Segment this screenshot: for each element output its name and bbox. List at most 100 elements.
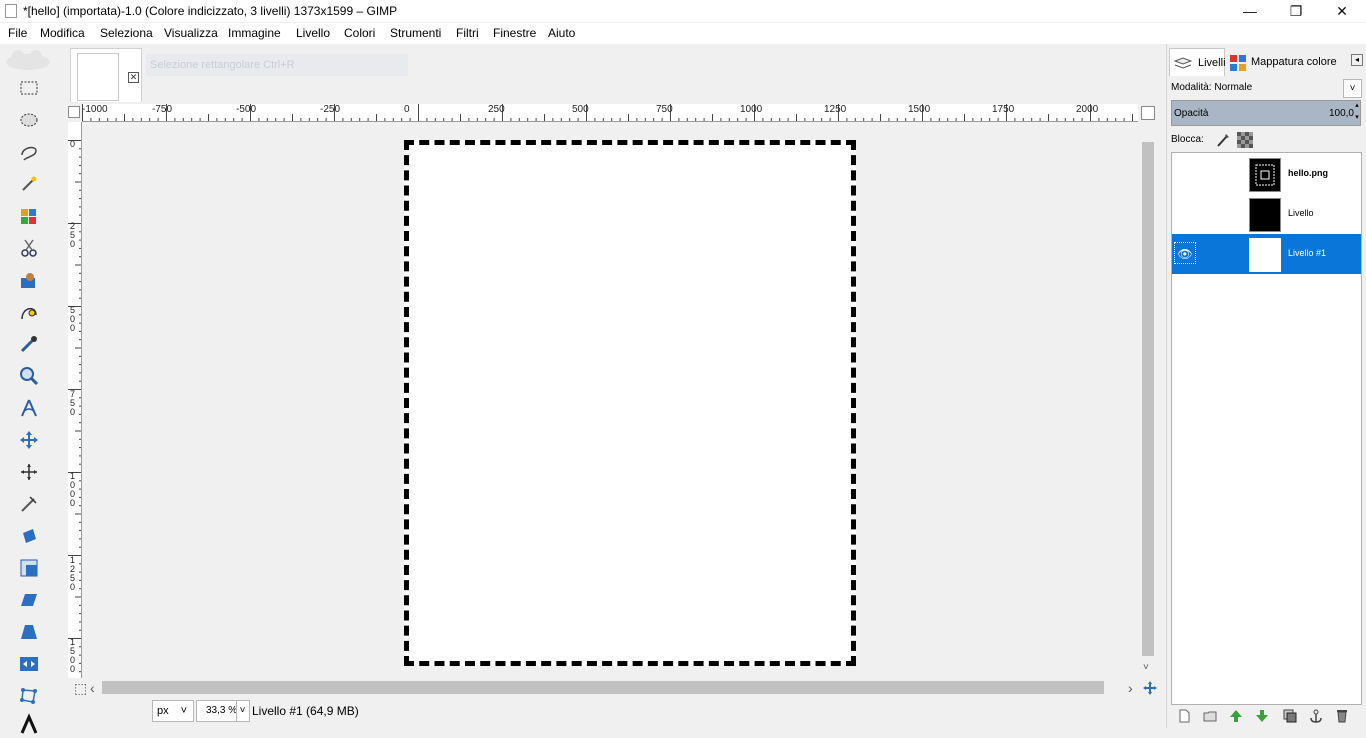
ruler-label: 750 <box>70 389 76 417</box>
unit-select[interactable]: px ˅ <box>152 700 194 722</box>
menu-colori[interactable]: Colori <box>344 26 375 40</box>
image-thumbnail <box>77 53 119 101</box>
quick-mask-corner-icon[interactable] <box>68 106 80 118</box>
menu-modifica[interactable]: Modifica <box>40 26 85 40</box>
menu-strumenti[interactable]: Strumenti <box>390 26 441 40</box>
restore-button[interactable]: ❐ <box>1273 0 1319 22</box>
tab-mappatura-colore-label: Mappatura colore <box>1251 56 1337 68</box>
layer-thumbnail <box>1249 238 1281 272</box>
image-canvas[interactable] <box>404 140 856 666</box>
horizontal-scroll-thumb[interactable] <box>102 681 1104 694</box>
menu-seleziona[interactable]: Seleziona <box>100 26 153 40</box>
canvas-area: -1000 -750 -500 -250 0 250 500 750 1000 … <box>66 100 1164 700</box>
menu-visualizza[interactable]: Visualizza <box>164 26 218 40</box>
opacity-value: 100,0 <box>1328 108 1354 119</box>
ellipse-select-icon[interactable] <box>14 106 44 134</box>
flip-icon[interactable] <box>14 650 44 678</box>
scale-icon[interactable] <box>14 554 44 582</box>
shear-icon[interactable] <box>14 586 44 614</box>
mode-row[interactable]: Modalità: Normale ˅ <box>1167 78 1366 98</box>
layer-thumbnail <box>1249 198 1281 232</box>
menu-livello[interactable]: Livello <box>296 26 330 40</box>
layer-name: Livello <box>1288 208 1314 218</box>
status-bar: px ˅ 33,3 % ˅ Livello #1 (64,9 MB) <box>66 696 1164 728</box>
crop-icon[interactable] <box>14 490 44 518</box>
delete-layer-icon[interactable] <box>1333 708 1351 724</box>
scroll-right-arrow[interactable]: › <box>1128 680 1133 696</box>
zoom-icon[interactable] <box>14 362 44 390</box>
measure-icon[interactable] <box>14 394 44 422</box>
eye-icon[interactable]: 👁 <box>1174 242 1196 264</box>
zoom-value: 33,3 % <box>206 705 238 716</box>
ruler-label: -1000 <box>82 104 108 115</box>
image-viewport[interactable] <box>82 122 1138 678</box>
color-picker-icon[interactable] <box>14 330 44 358</box>
status-message: Livello #1 (64,9 MB) <box>252 704 359 718</box>
anchor-layer-icon[interactable] <box>1307 708 1325 724</box>
duplicate-layer-icon[interactable] <box>1281 708 1299 724</box>
close-image-icon[interactable]: ✕ <box>128 72 139 83</box>
vertical-scrollbar[interactable]: ˅ <box>1140 122 1156 678</box>
fuzzy-select-icon[interactable] <box>14 170 44 198</box>
menu-aiuto[interactable]: Aiuto <box>548 26 575 40</box>
opacity-spin-icon[interactable]: ▴ ▾ <box>1353 100 1361 126</box>
layer-row-selected[interactable]: 👁 Livello #1 <box>1172 234 1361 274</box>
menu-finestre[interactable]: Finestre <box>493 26 536 40</box>
wilber-logo-icon <box>2 46 54 70</box>
close-window-button[interactable]: ✕ <box>1319 0 1365 22</box>
ruler-label: 1500 <box>908 104 931 115</box>
ruler-label: 1500 <box>70 637 76 674</box>
foreground-select-icon[interactable] <box>14 266 44 294</box>
lower-layer-icon[interactable] <box>1253 708 1271 724</box>
perspective-icon[interactable] <box>14 618 44 646</box>
scroll-left-arrow[interactable]: ‹ <box>90 680 95 696</box>
ruler-label: 1250 <box>824 104 847 115</box>
chevron-down-icon: ˅ <box>180 705 187 717</box>
chevron-down-icon: ˅ <box>236 701 248 721</box>
menu-immagine[interactable]: Immagine <box>228 26 281 40</box>
chevron-down-icon[interactable]: ˅ <box>1343 79 1362 98</box>
layer-name: hello.png <box>1288 168 1328 178</box>
scissors-icon[interactable] <box>14 234 44 262</box>
tab-livelli[interactable]: Livelli <box>1169 48 1226 76</box>
lock-pixels-icon[interactable] <box>1215 132 1231 151</box>
tab-mappatura-colore[interactable]: Mappatura colore <box>1227 48 1347 76</box>
navigate-icon[interactable] <box>1141 106 1155 120</box>
layers-dock: Livelli Mappatura colore ◂ Modalità: Nor… <box>1166 44 1366 728</box>
move-icon[interactable] <box>14 426 44 454</box>
pointer-toggle-icon[interactable]: ⬚ <box>74 680 87 697</box>
minimize-button[interactable]: — <box>1227 0 1273 22</box>
lock-alpha-icon[interactable] <box>1237 132 1253 151</box>
new-group-icon[interactable] <box>1201 708 1219 724</box>
raise-layer-icon[interactable] <box>1227 708 1245 724</box>
horizontal-ruler: -1000 -750 -500 -250 0 250 500 750 1000 … <box>82 104 1138 122</box>
ruler-label: -500 <box>236 104 257 115</box>
title-bar: *[hello] (importata)-1.0 (Colore indiciz… <box>0 0 1366 22</box>
text-icon[interactable] <box>14 710 44 738</box>
select-by-color-icon[interactable] <box>14 202 44 230</box>
dock-menu-icon[interactable]: ◂ <box>1351 54 1363 66</box>
menu-file[interactable]: File <box>8 26 27 40</box>
align-icon[interactable] <box>14 458 44 486</box>
new-layer-icon[interactable] <box>1175 708 1193 724</box>
ruler-label: 0 <box>70 139 76 149</box>
opacity-label: Opacità <box>1174 108 1209 119</box>
vertical-scroll-thumb[interactable] <box>1142 142 1154 656</box>
scroll-down-arrow[interactable]: ˅ <box>1143 662 1149 673</box>
free-select-icon[interactable] <box>14 138 44 166</box>
opacity-slider[interactable]: Opacità 100,0 <box>1171 100 1361 126</box>
cage-icon[interactable] <box>14 682 44 710</box>
rect-select-icon[interactable] <box>14 74 44 102</box>
image-tab-bar: ✕ Selezione rettangolare Ctrl+R <box>66 44 1164 102</box>
rotate-icon[interactable] <box>14 522 44 550</box>
layers-list: hello.png Livello 👁 Livello #1 <box>1171 152 1362 705</box>
ruler-label: 250 <box>70 221 76 249</box>
vertical-ruler: 0 250 500 750 1000 1250 1500 <box>68 122 82 678</box>
paths-icon[interactable] <box>14 298 44 326</box>
zoom-select[interactable]: 33,3 % ˅ <box>196 700 250 722</box>
layer-row[interactable]: Livello <box>1172 194 1361 234</box>
menu-filtri[interactable]: Filtri <box>456 26 479 40</box>
image-tab[interactable]: ✕ <box>70 48 142 102</box>
layer-row[interactable]: hello.png <box>1172 154 1361 194</box>
ruler-label: 1000 <box>70 471 76 508</box>
